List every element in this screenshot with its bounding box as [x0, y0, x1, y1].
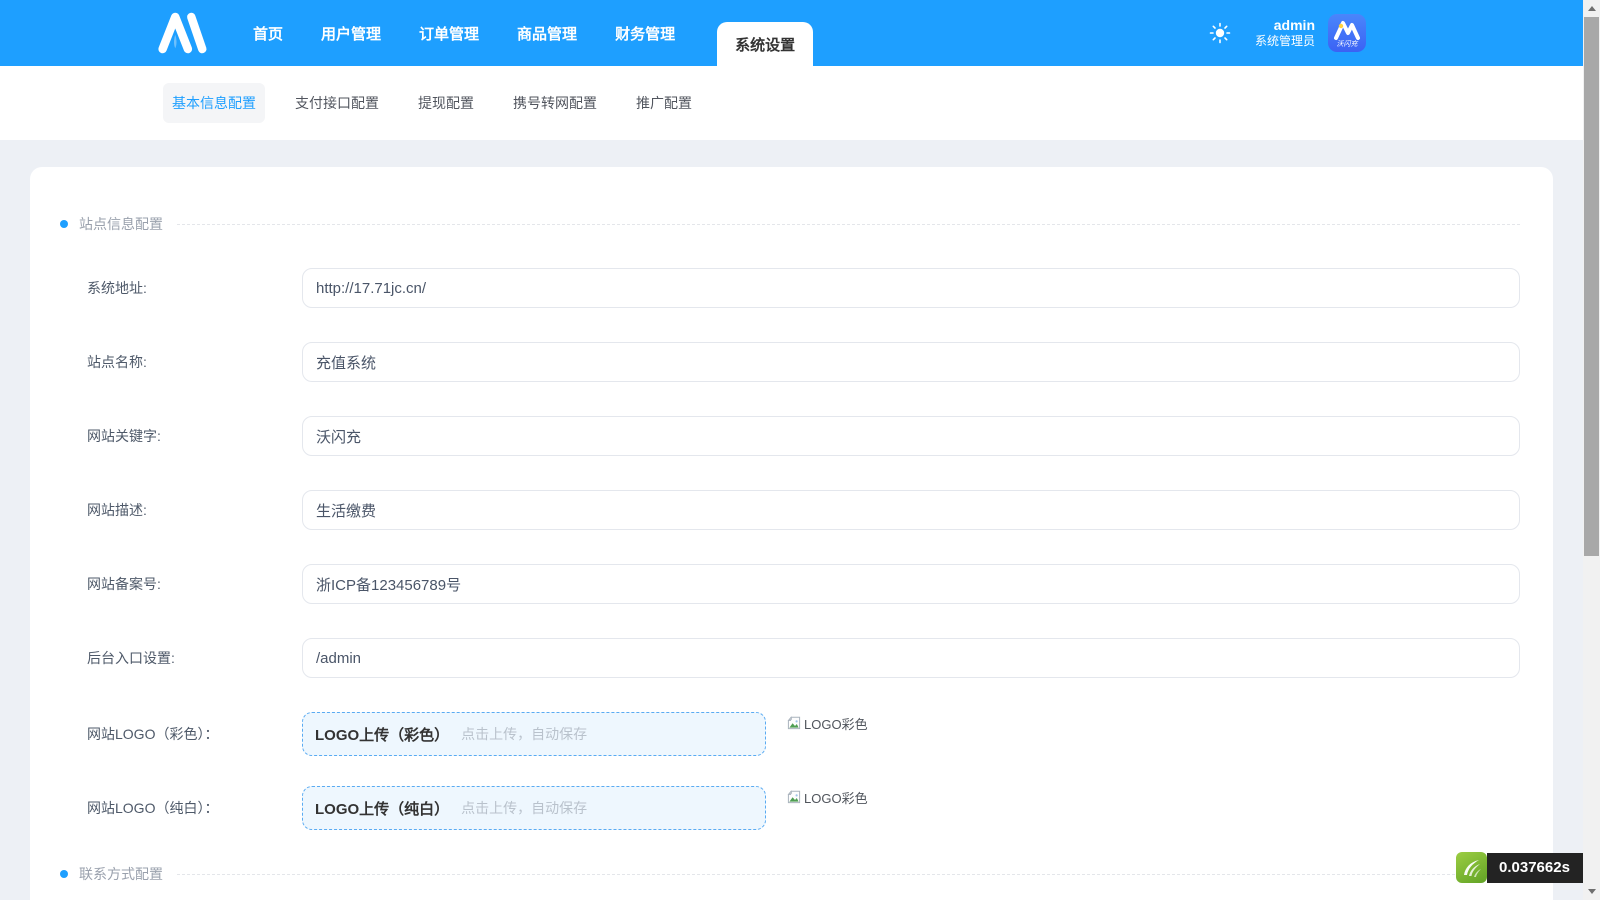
logo-upload-row: 网站LOGO（彩色）： LOGO上传（彩色） 点击上传，自动保存 LOGO彩色: [57, 712, 1520, 756]
section-divider: [177, 223, 1520, 225]
upload-button-label: LOGO上传（纯白）: [315, 800, 450, 818]
nav-item[interactable]: 财务管理: [615, 0, 675, 66]
nav-item-label: 财务管理: [615, 25, 676, 43]
user-role: 系统管理员: [1254, 34, 1315, 49]
theme-toggle-sun-icon[interactable]: [1209, 22, 1231, 44]
text-input[interactable]: [302, 490, 1520, 530]
section-bullet-dot: [60, 220, 68, 228]
text-input[interactable]: [302, 268, 1520, 308]
form-row: 后台入口设置:: [57, 638, 1520, 678]
top-navbar: 首页 用户管理 订单管理 商品管理 财务管理系统设置 admin 系统管理员: [0, 0, 1583, 66]
text-input[interactable]: [302, 564, 1520, 604]
nav-item-label: 首页: [253, 25, 284, 43]
text-input[interactable]: [302, 638, 1520, 678]
upload-dropzone[interactable]: LOGO上传（纯白） 点击上传，自动保存: [302, 786, 766, 830]
tab[interactable]: 提现配置: [409, 83, 483, 123]
avatar-logo-text: 沃闪充: [1337, 40, 1359, 48]
logo-preview: LOGO彩色: [786, 714, 868, 736]
tab[interactable]: 携号转网配置: [504, 83, 606, 123]
nav-item-label: 用户管理: [321, 25, 382, 43]
page-load-time-badge: 0.037662s: [1487, 852, 1583, 883]
field-label: 网站LOGO（纯白）：: [87, 800, 219, 816]
logo-preview-alt-text: LOGO彩色: [804, 717, 868, 732]
logo-upload-row: 网站LOGO（纯白）： LOGO上传（纯白） 点击上传，自动保存 LOGO彩色: [57, 786, 1520, 830]
field-label: 网站备案号:: [87, 576, 161, 592]
logo-upload-fields: 网站LOGO（彩色）： LOGO上传（彩色） 点击上传，自动保存 LOGO彩色 …: [57, 712, 1520, 830]
section-header-contact: 联系方式配置: [57, 866, 1520, 882]
scrollbar-down-arrow[interactable]: [1583, 883, 1600, 900]
nav-item-label: 订单管理: [419, 25, 480, 43]
section-divider: [177, 873, 1520, 875]
scrollbar-thumb[interactable]: [1584, 17, 1599, 556]
nav-item[interactable]: 商品管理: [517, 0, 577, 66]
field-label: 网站描述:: [87, 502, 147, 518]
brand-logo-icon[interactable]: [155, 9, 209, 57]
scrollbar[interactable]: [1583, 0, 1600, 900]
main-nav: 首页 用户管理 订单管理 商品管理 财务管理系统设置: [253, 0, 814, 66]
settings-card: 站点信息配置 系统地址: 站点名称: 网站关键字: 网站描述: 网站备案号: 后…: [30, 167, 1553, 900]
avatar[interactable]: 沃闪充: [1328, 14, 1366, 52]
upload-hint: 点击上传，自动保存: [461, 800, 588, 816]
field-label: 网站LOGO（彩色）：: [87, 726, 219, 742]
logo-preview: LOGO彩色: [786, 788, 868, 810]
section-bullet-dot: [60, 870, 68, 878]
username: admin: [1273, 17, 1315, 34]
field-label: 站点名称:: [87, 354, 147, 370]
nav-item[interactable]: 用户管理: [321, 0, 381, 66]
main-content: 站点信息配置 系统地址: 站点名称: 网站关键字: 网站描述: 网站备案号: 后…: [0, 140, 1583, 900]
nav-item[interactable]: 首页: [253, 0, 283, 66]
upload-hint: 点击上传，自动保存: [461, 726, 588, 742]
nav-item[interactable]: 系统设置: [717, 22, 814, 66]
settings-tabbar: 基本信息配置 支付接口配置 提现配置 携号转网配置 推广配置: [0, 66, 1583, 140]
tab[interactable]: 基本信息配置: [163, 83, 265, 123]
form-row: 系统地址:: [57, 268, 1520, 308]
tab[interactable]: 支付接口配置: [286, 83, 388, 123]
debug-toolbar: 0.037662s: [1456, 852, 1583, 883]
form-row: 网站描述:: [57, 490, 1520, 530]
upload-button-label: LOGO上传（彩色）: [315, 726, 450, 744]
nav-item-label: 商品管理: [517, 25, 578, 43]
user-info[interactable]: admin 系统管理员: [1255, 17, 1315, 48]
scrollbar-up-arrow[interactable]: [1583, 0, 1600, 17]
text-input[interactable]: [302, 342, 1520, 382]
nav-item-label: 系统设置: [735, 36, 796, 54]
form-row: 站点名称:: [57, 342, 1520, 382]
field-label: 网站关键字:: [87, 428, 161, 444]
form-row: 网站备案号:: [57, 564, 1520, 604]
text-input[interactable]: [302, 416, 1520, 456]
nav-item[interactable]: 订单管理: [419, 0, 479, 66]
broken-image-icon: [786, 788, 802, 810]
form-row: 网站关键字:: [57, 416, 1520, 456]
tab[interactable]: 推广配置: [627, 83, 701, 123]
section-title: 联系方式配置: [79, 866, 163, 882]
field-label: 系统地址:: [87, 280, 147, 296]
page: 首页 用户管理 订单管理 商品管理 财务管理系统设置 admin 系统管理员: [0, 0, 1600, 900]
upload-dropzone[interactable]: LOGO上传（彩色） 点击上传，自动保存: [302, 712, 766, 756]
form-fields: 系统地址: 站点名称: 网站关键字: 网站描述: 网站备案号: 后台入口设置:: [57, 268, 1520, 678]
logo-preview-alt-text: LOGO彩色: [804, 791, 868, 806]
broken-image-icon: [786, 714, 802, 736]
section-title: 站点信息配置: [79, 216, 163, 232]
navbar-right-cluster: admin 系统管理员 沃闪充: [1209, 0, 1366, 66]
thinkphp-trace-icon[interactable]: [1456, 852, 1487, 883]
field-label: 后台入口设置:: [87, 650, 175, 666]
section-header-site-info: 站点信息配置: [57, 216, 1520, 232]
